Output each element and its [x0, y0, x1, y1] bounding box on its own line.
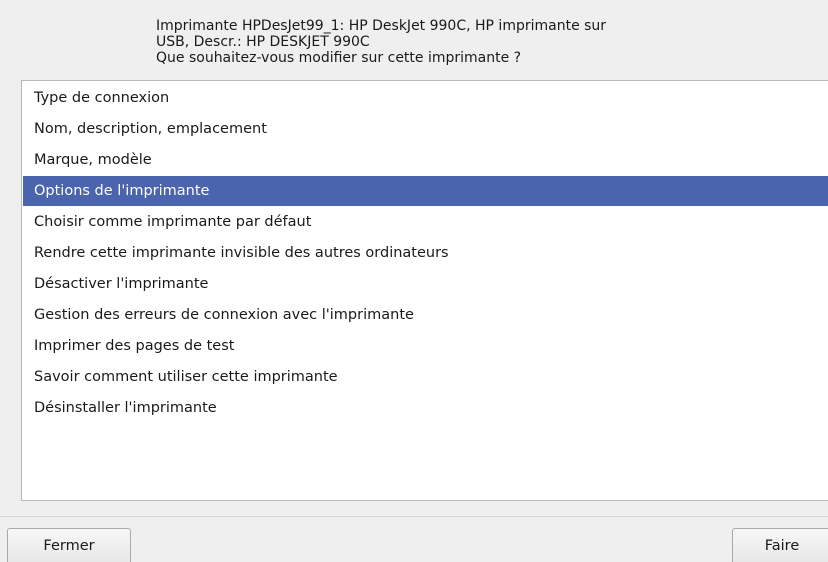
list-item-disable-printer[interactable]: Désactiver l'imprimante: [23, 269, 828, 299]
list-item-how-to-use[interactable]: Savoir comment utiliser cette imprimante: [23, 362, 828, 392]
question-label: Que souhaitez-vous modifier sur cette im…: [156, 50, 522, 66]
close-button[interactable]: Fermer: [7, 528, 131, 562]
options-list[interactable]: Type de connexion Nom, description, empl…: [21, 80, 828, 501]
list-item-name-description[interactable]: Nom, description, emplacement: [23, 114, 828, 144]
list-item-uninstall[interactable]: Désinstaller l'imprimante: [23, 393, 828, 423]
list-item-set-default[interactable]: Choisir comme imprimante par défaut: [23, 207, 828, 237]
list-item-make-invisible[interactable]: Rendre cette imprimante invisible des au…: [23, 238, 828, 268]
do-button[interactable]: Faire: [732, 528, 828, 562]
divider: [0, 516, 828, 517]
list-item-error-handling[interactable]: Gestion des erreurs de connexion avec l'…: [23, 300, 828, 330]
printer-config-dialog: Imprimante HPDesJet99_1: HP DeskJet 990C…: [0, 0, 828, 562]
list-item-connection-type[interactable]: Type de connexion: [23, 83, 828, 113]
dialog-header: Imprimante HPDesJet99_1: HP DeskJet 990C…: [156, 18, 796, 66]
printer-info-line-2: USB, Descr.: HP DESKJET 990C: [156, 34, 370, 50]
list-item-printer-options[interactable]: Options de l'imprimante: [23, 176, 828, 206]
list-item-make-model[interactable]: Marque, modèle: [23, 145, 828, 175]
printer-info-line-1: Imprimante HPDesJet99_1: HP DeskJet 990C…: [156, 18, 607, 34]
list-item-print-test-pages[interactable]: Imprimer des pages de test: [23, 331, 828, 361]
